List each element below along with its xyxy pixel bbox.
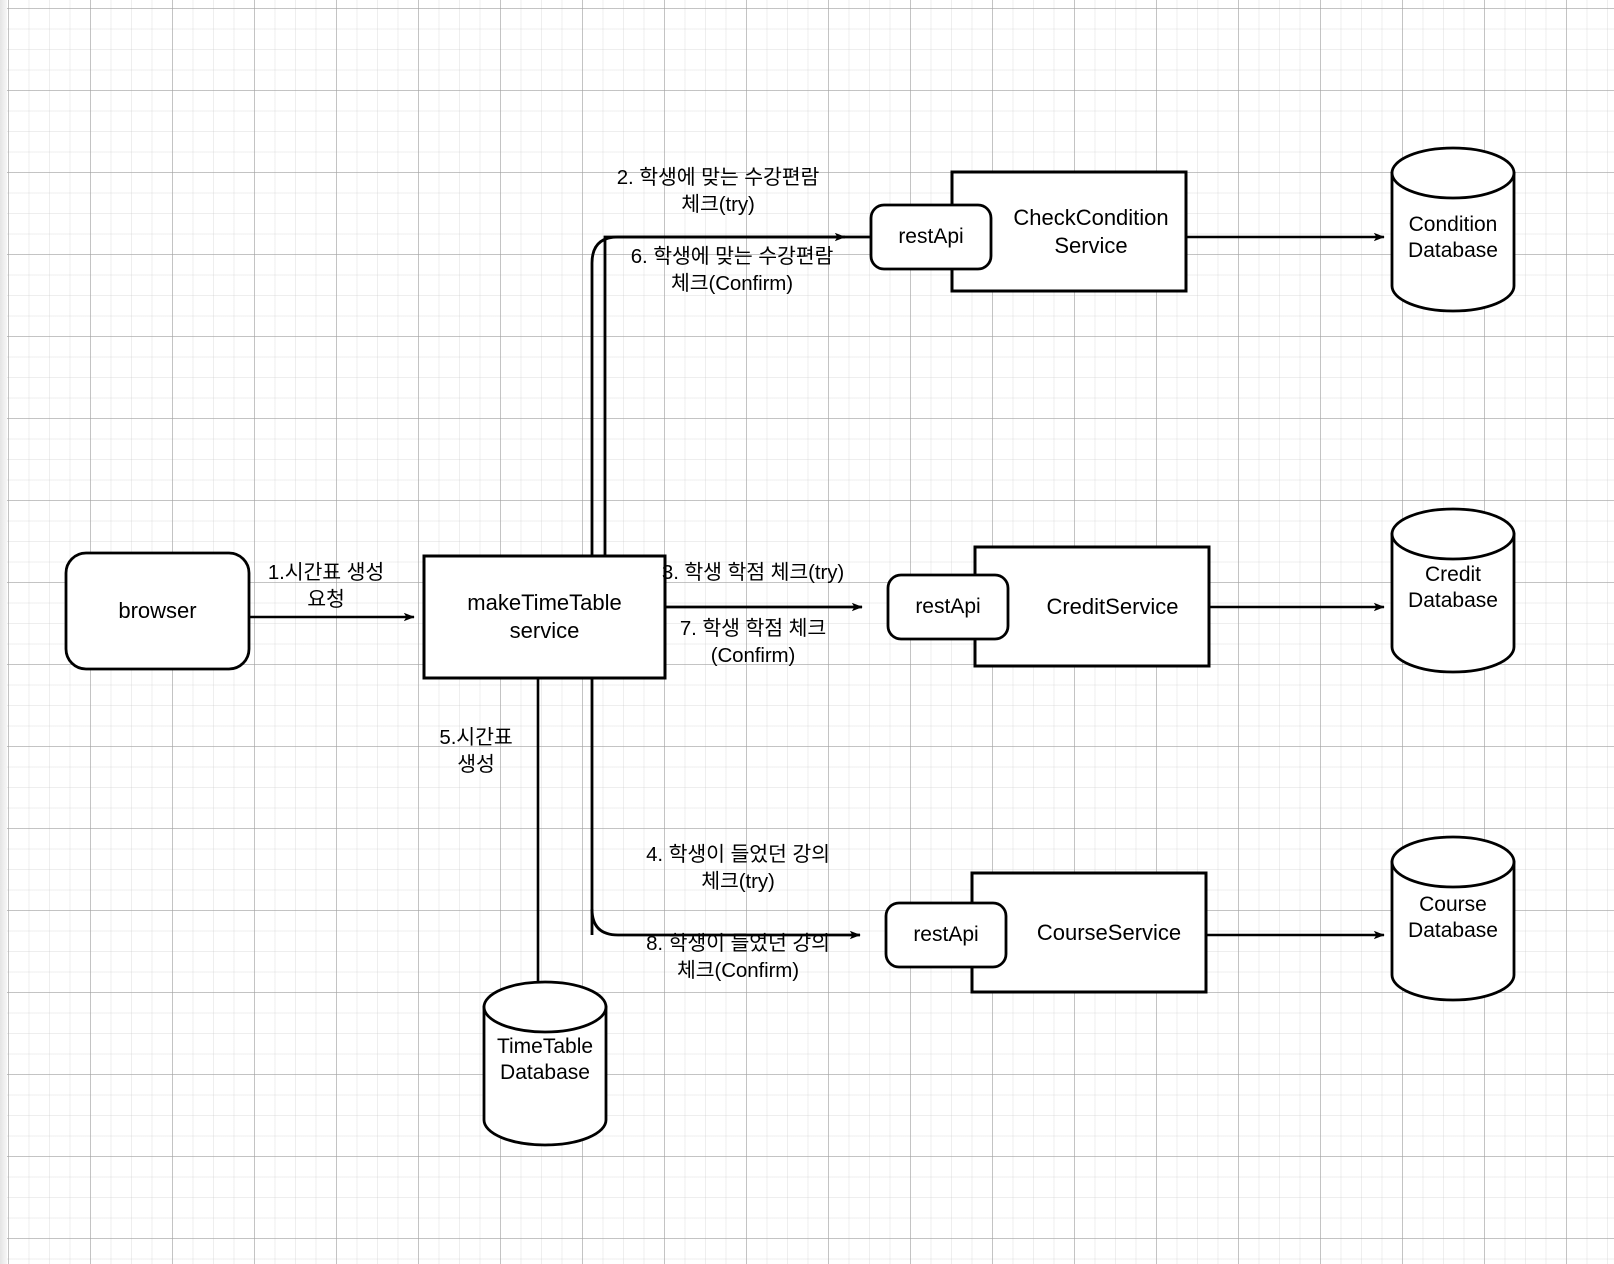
node-credit-db-label: Credit Database	[1408, 563, 1498, 612]
canvas-left-edge-shadow	[0, 0, 7, 1264]
edge-label-step-2: 2. 학생에 맞는 수강편람 체크(try)	[616, 166, 820, 216]
edge-label-step-4: 4. 학생이 들었던 강의 체크(try)	[646, 843, 830, 893]
node-restapi-course-label: restApi	[913, 923, 979, 946]
node-restapi-condition-label: restApi	[898, 225, 964, 248]
node-timetable-db-label: TimeTable Database	[496, 1035, 594, 1084]
node-make-timetable-label: makeTimeTable service	[467, 590, 622, 643]
node-browser-label: browser	[118, 598, 197, 623]
edge-label-step-5: 5.시간표 생성	[439, 726, 513, 776]
diagram-canvas: browser makeTimeTable service CheckCondi…	[0, 0, 1614, 1264]
node-creditservice-label: CreditService	[1046, 593, 1179, 619]
edge-label-step-8: 8. 학생이 들었던 강의 체크(Confirm)	[646, 932, 830, 982]
edge-label-step-1: 1.시간표 생성 요청	[267, 561, 385, 611]
node-condition-db-label: Condition Database	[1408, 213, 1498, 262]
node-checkcondition-label: CheckCondition Service	[1013, 204, 1169, 258]
node-course-db-label: Course Database	[1408, 893, 1498, 942]
edge-label-step-3: 3. 학생 학점 체크(try)	[661, 561, 845, 584]
edge-label-step-6: 6. 학생에 맞는 수강편람 체크(Confirm)	[630, 245, 834, 295]
edge-label-step-7: 7. 학생 학점 체크 (Confirm)	[679, 617, 827, 667]
node-restapi-credit-label: restApi	[915, 595, 981, 618]
node-courseservice-label: CourseService	[1036, 919, 1182, 945]
